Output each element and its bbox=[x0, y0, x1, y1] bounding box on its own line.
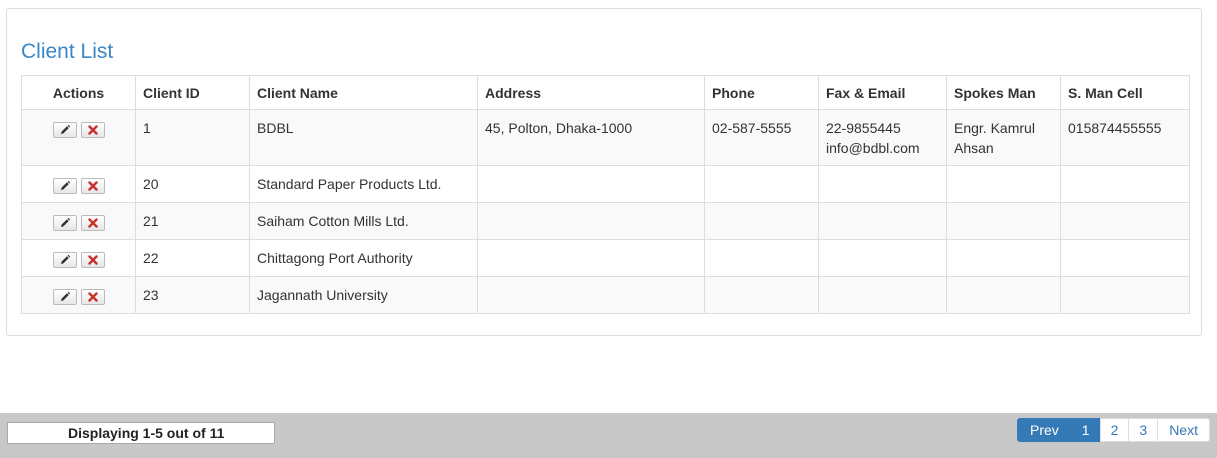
cell-phone bbox=[704, 276, 819, 314]
cell-spokes-man bbox=[946, 165, 1061, 203]
page-3-button[interactable]: 3 bbox=[1128, 418, 1159, 442]
cell-s-man-cell bbox=[1060, 202, 1190, 240]
cell-spokes-man: Engr. Kamrul Ahsan bbox=[946, 109, 1061, 166]
cell-client-name: Saiham Cotton Mills Ltd. bbox=[249, 202, 478, 240]
header-client-id[interactable]: Client ID bbox=[135, 75, 250, 110]
client-list-panel: Client List Actions Client ID Client Nam… bbox=[6, 8, 1202, 336]
cell-email: info@bdbl.com bbox=[826, 140, 920, 156]
header-client-name[interactable]: Client Name bbox=[249, 75, 478, 110]
close-icon bbox=[87, 125, 98, 135]
page-title: Client List bbox=[21, 40, 114, 63]
header-spokes-man[interactable]: Spokes Man bbox=[946, 75, 1061, 110]
cell-fax-email bbox=[818, 239, 947, 277]
pagination-status: Displaying 1-5 out of 11 bbox=[7, 422, 275, 444]
pencil-icon bbox=[60, 181, 70, 191]
table-row: 20 Standard Paper Products Ltd. bbox=[21, 165, 1190, 203]
table-row: 23 Jagannath University bbox=[21, 276, 1190, 314]
row-actions bbox=[21, 165, 136, 203]
close-icon bbox=[87, 255, 98, 265]
cell-client-id: 20 bbox=[135, 165, 250, 203]
cell-phone: 02-587-5555 bbox=[704, 109, 819, 166]
page-1-button[interactable]: 1 bbox=[1070, 418, 1101, 442]
delete-button[interactable] bbox=[80, 252, 105, 269]
cell-address bbox=[477, 276, 705, 314]
cell-spokes-man-line2: Ahsan bbox=[954, 140, 994, 156]
cell-client-name: Jagannath University bbox=[249, 276, 478, 314]
client-table: Actions Client ID Client Name Address Ph… bbox=[21, 75, 1190, 314]
cell-client-id: 1 bbox=[135, 109, 250, 166]
row-actions bbox=[21, 202, 136, 240]
edit-button[interactable] bbox=[52, 122, 77, 139]
edit-button[interactable] bbox=[52, 178, 77, 195]
cell-fax-email bbox=[818, 165, 947, 203]
edit-button[interactable] bbox=[52, 252, 77, 269]
cell-fax-email bbox=[818, 276, 947, 314]
cell-spokes-man bbox=[946, 276, 1061, 314]
pencil-icon bbox=[60, 218, 70, 228]
cell-client-name: BDBL bbox=[249, 109, 478, 166]
cell-address bbox=[477, 202, 705, 240]
next-page-button[interactable]: Next bbox=[1157, 418, 1210, 442]
cell-phone bbox=[704, 202, 819, 240]
pencil-icon bbox=[60, 255, 70, 265]
table-header-row: Actions Client ID Client Name Address Ph… bbox=[21, 75, 1190, 110]
table-row: 22 Chittagong Port Authority bbox=[21, 239, 1190, 277]
cell-s-man-cell bbox=[1060, 165, 1190, 203]
close-icon bbox=[87, 181, 98, 191]
delete-button[interactable] bbox=[80, 289, 105, 306]
cell-client-name: Standard Paper Products Ltd. bbox=[249, 165, 478, 203]
header-fax-email[interactable]: Fax & Email bbox=[818, 75, 947, 110]
page-2-button[interactable]: 2 bbox=[1099, 418, 1130, 442]
pencil-icon bbox=[60, 125, 70, 135]
cell-address bbox=[477, 165, 705, 203]
pencil-icon bbox=[60, 292, 70, 302]
cell-fax-email: 22-9855445 info@bdbl.com bbox=[818, 109, 947, 166]
cell-spokes-man bbox=[946, 202, 1061, 240]
cell-phone bbox=[704, 239, 819, 277]
header-phone[interactable]: Phone bbox=[704, 75, 819, 110]
cell-s-man-cell bbox=[1060, 276, 1190, 314]
delete-button[interactable] bbox=[80, 122, 105, 139]
row-actions bbox=[21, 276, 136, 314]
cell-client-id: 21 bbox=[135, 202, 250, 240]
cell-address bbox=[477, 239, 705, 277]
cell-client-id: 22 bbox=[135, 239, 250, 277]
row-actions bbox=[21, 109, 136, 166]
header-s-man-cell[interactable]: S. Man Cell bbox=[1060, 75, 1190, 110]
cell-phone bbox=[704, 165, 819, 203]
cell-client-name: Chittagong Port Authority bbox=[249, 239, 478, 277]
pagination: Prev 1 2 3 Next bbox=[1017, 418, 1210, 442]
cell-fax-email bbox=[818, 202, 947, 240]
header-address[interactable]: Address bbox=[477, 75, 705, 110]
delete-button[interactable] bbox=[80, 215, 105, 232]
close-icon bbox=[87, 292, 98, 302]
header-actions: Actions bbox=[21, 75, 136, 110]
cell-s-man-cell bbox=[1060, 239, 1190, 277]
cell-s-man-cell: 015874455555 bbox=[1060, 109, 1190, 166]
prev-page-button[interactable]: Prev bbox=[1017, 418, 1072, 442]
close-icon bbox=[87, 218, 98, 228]
table-row: 1 BDBL 45, Polton, Dhaka-1000 02-587-555… bbox=[21, 109, 1190, 166]
cell-spokes-man bbox=[946, 239, 1061, 277]
footer-bar: Displaying 1-5 out of 11 Prev 1 2 3 Next bbox=[0, 413, 1217, 458]
delete-button[interactable] bbox=[80, 178, 105, 195]
cell-client-id: 23 bbox=[135, 276, 250, 314]
edit-button[interactable] bbox=[52, 289, 77, 306]
cell-address: 45, Polton, Dhaka-1000 bbox=[477, 109, 705, 166]
table-row: 21 Saiham Cotton Mills Ltd. bbox=[21, 202, 1190, 240]
cell-spokes-man-line1: Engr. Kamrul bbox=[954, 120, 1035, 136]
edit-button[interactable] bbox=[52, 215, 77, 232]
cell-fax: 22-9855445 bbox=[826, 120, 901, 136]
row-actions bbox=[21, 239, 136, 277]
